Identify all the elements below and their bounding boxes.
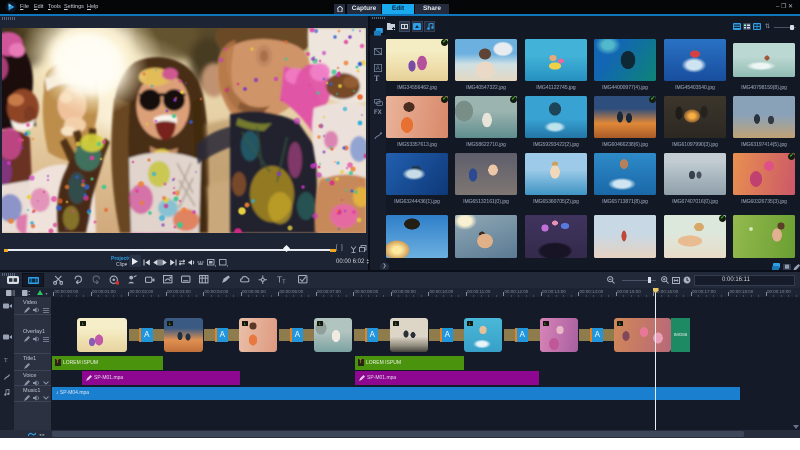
- svg-text:T: T: [282, 279, 286, 285]
- svg-text:A: A: [376, 66, 380, 72]
